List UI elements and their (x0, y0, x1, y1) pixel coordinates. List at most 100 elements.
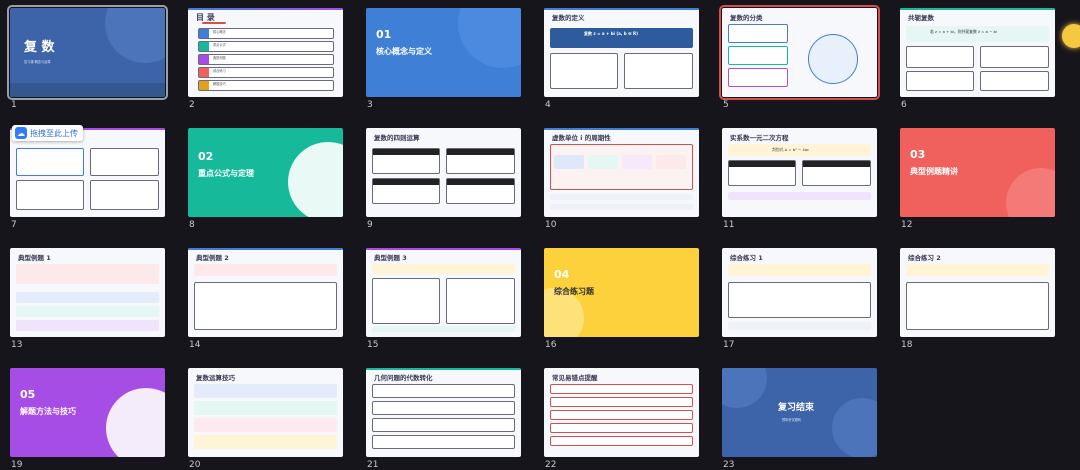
definition-formula: 复数 z = a + bi (a, b ∈ R) (584, 31, 638, 36)
slide-slot: 典型例题 2 14 (188, 248, 343, 350)
slide-title: 复 数 (24, 40, 55, 55)
slide-thumbnail-12[interactable]: 03 典型例题精讲 (900, 128, 1055, 217)
slide-subtitle: 复习课·概念与运算 (24, 60, 51, 64)
slide-thumbnail-6[interactable]: 共轭复数 若 z = a + bi，则共轭复数 z̄ = a − bi (900, 8, 1055, 97)
slide-slot: 复习结束 预祝考试顺利 23 (722, 368, 877, 470)
slide-title: 解题方法与技巧 (20, 407, 76, 416)
slide-title: 虚数单位 i 的周期性 (552, 134, 611, 142)
toc-item: 典型例题 (213, 56, 226, 60)
slide-thumbnail-15[interactable]: 典型例题 3 (366, 248, 521, 337)
toc-item: 综合练习 (213, 69, 226, 73)
slide-number: 15 (367, 340, 379, 350)
slide-thumbnail-9[interactable]: 复数的四则运算 (366, 128, 521, 217)
slide-number: 1 (11, 100, 17, 110)
slide-slot: 共轭复数 若 z = a + bi，则共轭复数 z̄ = a − bi 6 (900, 8, 1055, 110)
slide-thumbnail-11[interactable]: 实系数一元二次方程 判别式 Δ = b² − 4ac (722, 128, 877, 217)
slide-title: 复数的四则运算 (374, 134, 420, 142)
slide-number: 9 (367, 220, 373, 230)
section-number: 05 (20, 388, 36, 401)
slide-slot: 复 数 复习课·概念与运算 1 (7, 5, 168, 110)
conjugate-formula: 若 z = a + bi，则共轭复数 z̄ = a − bi (930, 29, 997, 34)
slide-slot: 05 解题方法与技巧 19 (10, 368, 165, 470)
slide-number: 22 (545, 460, 557, 470)
slide-thumbnail-20[interactable]: 复数运算技巧 (188, 368, 343, 457)
discriminant-formula: 判别式 Δ = b² − 4ac (772, 147, 810, 152)
section-number: 03 (910, 148, 926, 161)
toc-item: 重点公式 (213, 43, 226, 47)
slide-slot: 04 综合练习题 16 (544, 248, 699, 350)
slide-slot: 复数的四则运算 9 (366, 128, 521, 230)
slide-thumbnail-16[interactable]: 04 综合练习题 (544, 248, 699, 337)
slide-thumbnail-1[interactable]: 复 数 复习课·概念与运算 (7, 5, 168, 100)
section-number: 01 (376, 28, 392, 41)
slide-title: 核心概念与定义 (376, 47, 432, 56)
slide-title: 典型例题 1 (18, 254, 51, 262)
toc-item: 解题技巧 (213, 82, 226, 86)
slide-thumbnail-19[interactable]: 05 解题方法与技巧 (10, 368, 165, 457)
section-number: 02 (198, 150, 214, 163)
slide-sorter-grid: 复 数 复习课·概念与运算 1 目 录 核心概念 重点公式 典型例题 综合练习 … (7, 5, 1078, 470)
slide-title: 典型例题精讲 (910, 167, 958, 176)
slide-title: 常见易错点提醒 (552, 374, 598, 382)
slide-thumbnail-10[interactable]: 虚数单位 i 的周期性 (544, 128, 699, 217)
slide-thumbnail-3[interactable]: 01 核心概念与定义 (366, 8, 521, 97)
slide-title: 实系数一元二次方程 (730, 134, 789, 142)
slide-title: 典型例题 3 (374, 254, 407, 262)
slide-title: 几何问题的代数转化 (374, 374, 433, 382)
upload-label: 拖拽至此上传 (30, 128, 78, 138)
slide-thumbnail-22[interactable]: 常见易错点提醒 (544, 368, 699, 457)
slide-thumbnail-8[interactable]: 02 重点公式与定理 (188, 128, 343, 217)
slide-slot: 复数的分类 5 (719, 5, 880, 110)
slide-number: 23 (723, 460, 735, 470)
slide-thumbnail-14[interactable]: 典型例题 2 (188, 248, 343, 337)
slide-slot: 典型例题 3 15 (366, 248, 521, 350)
slide-slot: 综合练习 2 18 (900, 248, 1055, 350)
slide-number: 21 (367, 460, 379, 470)
slide-title: 复习结束 (778, 403, 815, 413)
slide-slot: 03 典型例题精讲 12 (900, 128, 1055, 230)
slide-title: 综合练习题 (554, 287, 594, 296)
slide-number: 17 (723, 340, 735, 350)
slide-number: 20 (189, 460, 201, 470)
slide-number: 14 (189, 340, 201, 350)
slide-title: 综合练习 2 (908, 254, 941, 262)
slide-slot: 典型例题 1 13 (10, 248, 165, 350)
slide-number: 13 (11, 340, 23, 350)
slide-number: 16 (545, 340, 557, 350)
slide-number: 18 (901, 340, 913, 350)
slide-number: 4 (545, 100, 551, 110)
slide-number: 19 (11, 460, 23, 470)
slide-title: 共轭复数 (908, 14, 934, 22)
slide-slot: 几何问题的代数转化 21 (366, 368, 521, 470)
upload-drop-target[interactable]: ☁ 拖拽至此上传 (12, 125, 83, 141)
slide-title: 综合练习 1 (730, 254, 763, 262)
toc-item: 核心概念 (213, 30, 226, 34)
slide-thumbnail-23[interactable]: 复习结束 预祝考试顺利 (722, 368, 877, 457)
slide-thumbnail-2[interactable]: 目 录 核心概念 重点公式 典型例题 综合练习 解题技巧 (188, 8, 343, 97)
slide-number: 12 (901, 220, 913, 230)
slide-slot: 复数的定义 复数 z = a + bi (a, b ∈ R) 4 (544, 8, 699, 110)
slide-number: 7 (11, 220, 17, 230)
slide-thumbnail-7[interactable] (10, 128, 165, 217)
slide-thumbnail-18[interactable]: 综合练习 2 (900, 248, 1055, 337)
slide-number: 8 (189, 220, 195, 230)
slide-number: 2 (189, 100, 195, 110)
slide-slot: 虚数单位 i 的周期性 10 (544, 128, 699, 230)
slide-slot: 目 录 核心概念 重点公式 典型例题 综合练习 解题技巧 2 (188, 8, 343, 110)
slide-number: 6 (901, 100, 907, 110)
lightbulb-icon[interactable] (1062, 24, 1080, 48)
slide-number: 5 (723, 100, 729, 110)
slide-subtitle: 预祝考试顺利 (782, 418, 802, 422)
slide-title: 典型例题 2 (196, 254, 229, 262)
slide-slot: 7 (10, 128, 165, 230)
slide-thumbnail-5[interactable]: 复数的分类 (719, 5, 880, 100)
slide-thumbnail-4[interactable]: 复数的定义 复数 z = a + bi (a, b ∈ R) (544, 8, 699, 97)
slide-thumbnail-17[interactable]: 综合练习 1 (722, 248, 877, 337)
slide-thumbnail-21[interactable]: 几何问题的代数转化 (366, 368, 521, 457)
slide-title: 重点公式与定理 (198, 169, 254, 178)
section-number: 04 (554, 268, 570, 281)
slide-slot: 常见易错点提醒 22 (544, 368, 699, 470)
slide-thumbnail-13[interactable]: 典型例题 1 (10, 248, 165, 337)
slide-slot: 综合练习 1 17 (722, 248, 877, 350)
slide-slot: 02 重点公式与定理 8 (188, 128, 343, 230)
